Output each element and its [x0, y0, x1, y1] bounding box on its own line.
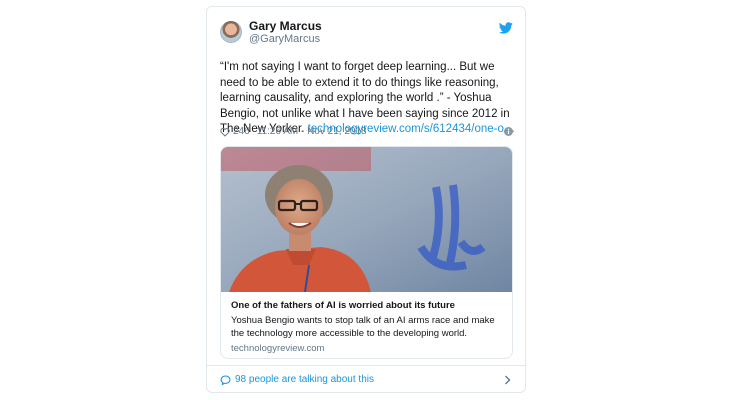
card-domain[interactable]: technologyreview.com: [231, 343, 324, 354]
tweet-meta: 246 11:26 AM - Nov 21, 2018: [220, 126, 367, 137]
author-block[interactable]: Gary Marcus @GaryMarcus: [249, 20, 322, 46]
twitter-bird-icon[interactable]: [499, 22, 513, 34]
tweet-timestamp[interactable]: 11:26 AM - Nov 21, 2018: [257, 126, 367, 137]
card-title[interactable]: One of the fathers of AI is worried abou…: [231, 300, 455, 311]
footer-divider: [207, 365, 525, 366]
card-description: Yoshua Bengio wants to stop talk of an A…: [231, 315, 495, 339]
link-card[interactable]: One of the fathers of AI is worried abou…: [220, 146, 513, 359]
conversation-text[interactable]: 98 people are talking about this: [235, 374, 374, 385]
speech-bubble-icon: [220, 374, 231, 385]
embedded-tweet: Gary Marcus @GaryMarcus “I'm not saying …: [206, 6, 526, 393]
card-image[interactable]: [221, 147, 512, 292]
conversation-link[interactable]: 98 people are talking about this: [220, 374, 374, 385]
like-count: 246: [233, 126, 250, 137]
author-avatar[interactable]: [220, 21, 242, 43]
heart-icon[interactable]: [220, 127, 230, 137]
info-icon[interactable]: [504, 127, 513, 136]
author-name[interactable]: Gary Marcus: [249, 20, 322, 33]
author-handle[interactable]: @GaryMarcus: [249, 33, 322, 46]
chevron-right-icon[interactable]: [504, 375, 511, 385]
